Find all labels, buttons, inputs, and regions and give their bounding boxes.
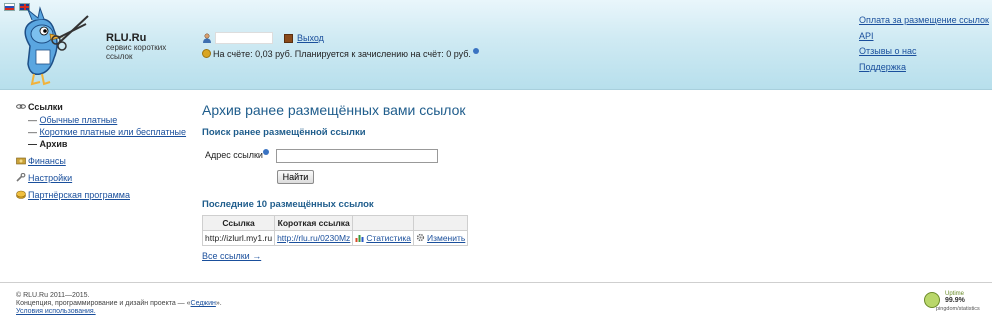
uptime-site: pingdom/statistics [936, 306, 980, 312]
sidebar-item-links-label: Ссылки [28, 102, 63, 112]
short-link[interactable]: http://rlu.ru/0230Mz [277, 233, 350, 243]
sidebar-item-settings-label[interactable]: Настройки [28, 173, 72, 183]
address-label-text: Адрес ссылки [205, 150, 263, 160]
support-link[interactable]: Поддержка [859, 62, 906, 72]
reviews-link[interactable]: Отзывы о нас [859, 46, 916, 56]
all-links-link[interactable]: Все ссылки → [202, 251, 261, 261]
header: RLU.Ru сервис коротких ссылок Выход На с… [0, 0, 992, 90]
money-icon [16, 157, 26, 165]
gear-icon [416, 233, 425, 242]
address-label: Адрес ссылки [205, 149, 269, 160]
help-icon[interactable] [473, 48, 480, 54]
stats-link[interactable]: Статистика [366, 233, 411, 243]
api-link[interactable]: API [859, 31, 874, 41]
exit-door-icon [284, 34, 293, 43]
uptime-badge[interactable]: Uptime 99.9% pingdom/statistics [924, 290, 980, 314]
edit-cell: Изменить [412, 230, 469, 246]
column-header-short-link: Короткая ссылка [274, 215, 354, 231]
column-header-stats [352, 215, 414, 231]
recent-heading: Последние 10 размещённых ссылок [202, 199, 374, 210]
footer: © RLU.Ru 2011—2015. Концепция, программи… [16, 292, 222, 316]
table-header-row: Ссылка Короткая ссылка [201, 215, 469, 231]
stats-cell: Статистика [352, 230, 414, 246]
bar-chart-icon [355, 235, 364, 242]
credits-text: Концепция, программирование и дизайн про… [16, 300, 222, 307]
sidebar-item-finance-label[interactable]: Финансы [28, 156, 66, 166]
sidebar-item-partner-label[interactable]: Партнёрская программа [28, 190, 130, 200]
author-link[interactable]: Седжин [191, 300, 216, 307]
bird-logo[interactable] [10, 6, 102, 88]
sidebar-item-finance[interactable]: Финансы [16, 156, 66, 166]
sidebar-item-partner[interactable]: Партнёрская программа [16, 190, 130, 200]
coins-icon [202, 49, 211, 58]
edit-link[interactable]: Изменить [427, 233, 465, 243]
sidebar-subitem-short[interactable]: — Короткие платные или бесплатные [28, 127, 186, 137]
sidebar-item-links: Ссылки [16, 102, 63, 112]
sidebar-item-settings[interactable]: Настройки [16, 173, 72, 183]
sidebar-subitem-short-label[interactable]: Короткие платные или бесплатные [40, 127, 187, 137]
copyright-text: © RLU.Ru 2011—2015. [16, 292, 90, 299]
column-header-link: Ссылка [201, 215, 276, 231]
short-link-cell: http://rlu.ru/0230Mz [274, 230, 354, 246]
terms-link[interactable]: Условия использования. [16, 308, 222, 316]
help-icon[interactable] [262, 149, 269, 155]
recent-links-table: Ссылка Короткая ссылка http://izlurl.my1… [201, 215, 469, 246]
wrench-icon [16, 173, 26, 182]
column-header-edit [412, 215, 469, 231]
sidebar-subitem-archive: — Архив [28, 139, 68, 149]
uptime-value: 99.9% [945, 297, 965, 304]
search-heading: Поиск ранее размещённой ссылки [202, 127, 366, 138]
user-name-field [215, 32, 273, 44]
balance-text: На счёте: 0,03 руб. Планируется к зачисл… [213, 49, 471, 59]
chain-link-icon [16, 104, 26, 109]
sidebar-subitem-archive-label: Архив [39, 139, 68, 149]
sidebar-subitem-regular-paid-label[interactable]: Обычные платные [40, 115, 118, 125]
find-button[interactable]: Найти [277, 170, 314, 184]
sidebar-subitem-regular-paid[interactable]: — Обычные платные [28, 115, 117, 125]
address-input[interactable] [276, 149, 438, 163]
payment-link[interactable]: Оплата за размещение ссылок [859, 15, 989, 25]
partner-coins-icon [16, 190, 26, 199]
balance-info: На счёте: 0,03 руб. Планируется к зачисл… [202, 48, 480, 59]
user-icon [203, 33, 211, 43]
brand-slogan: сервис коротких ссылок [106, 43, 167, 61]
table-row: http://izlurl.my1.ru http://rlu.ru/0230M… [201, 230, 469, 246]
link-cell: http://izlurl.my1.ru [201, 230, 276, 246]
footer-divider [0, 282, 992, 283]
page-title: Архив ранее размещённых вами ссылок [202, 102, 466, 118]
exit-link[interactable]: Выход [297, 33, 324, 43]
